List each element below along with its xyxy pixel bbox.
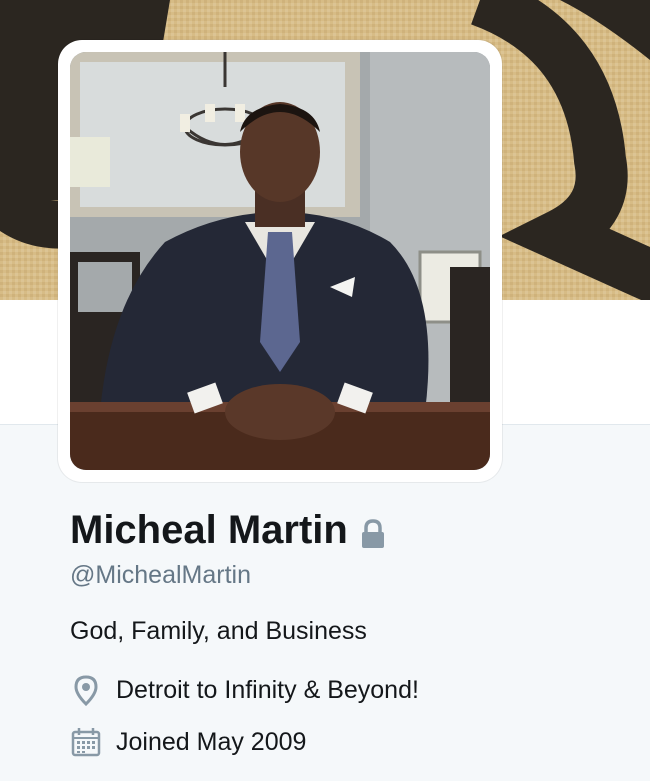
avatar-photo (70, 52, 490, 470)
profile-handle[interactable]: @MichealMartin (70, 558, 630, 592)
profile-join-date: Joined May 2009 (70, 724, 630, 760)
lock-icon (360, 519, 386, 549)
avatar[interactable] (70, 52, 490, 470)
profile-location-text: Detroit to Infinity & Beyond! (116, 676, 419, 704)
avatar-frame[interactable] (58, 40, 502, 482)
calendar-icon (70, 726, 102, 758)
profile-join-date-text: Joined May 2009 (116, 728, 307, 756)
profile-card: Micheal Martin @MichealMartin God, Famil… (70, 502, 630, 760)
location-pin-icon (70, 674, 102, 707)
profile-bio: God, Family, and Business (70, 617, 367, 645)
profile-name-row: Micheal Martin (70, 502, 630, 558)
profile-location: Detroit to Infinity & Beyond! (70, 672, 630, 708)
profile-name[interactable]: Micheal Martin (70, 508, 348, 553)
